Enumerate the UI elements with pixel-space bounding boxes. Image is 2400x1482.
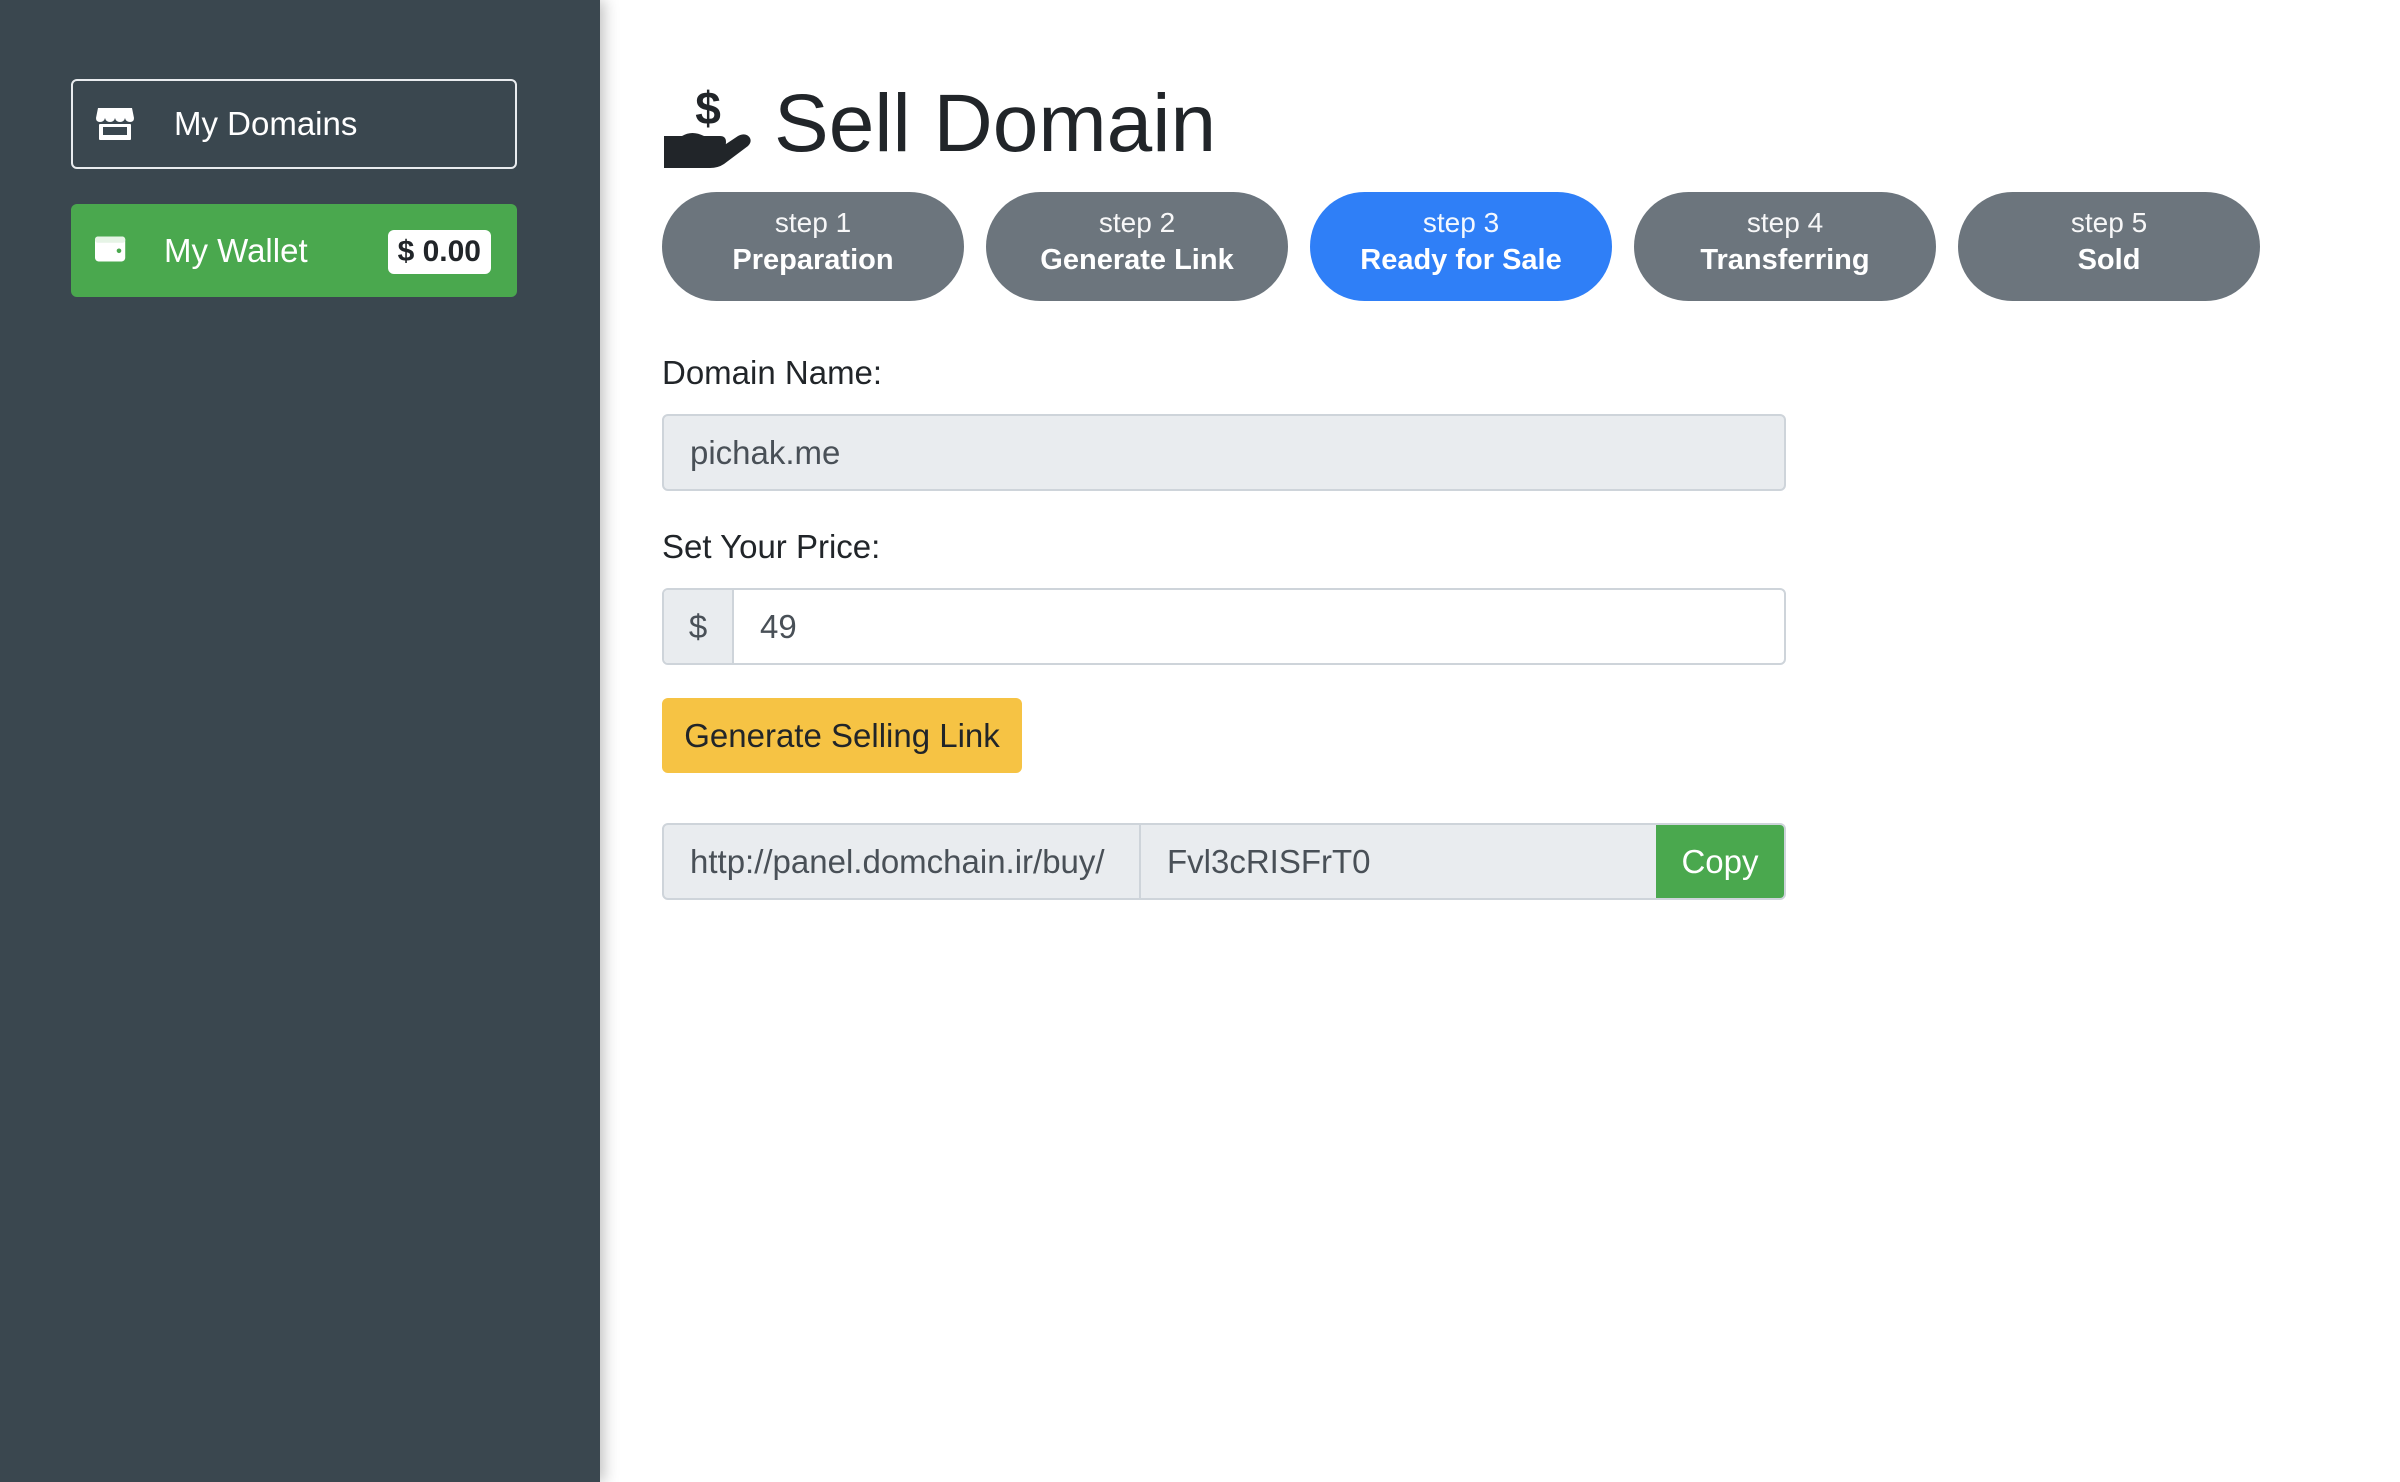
link-prefix: http://panel.domchain.ir/buy/: [664, 825, 1141, 898]
step-2-name: Generate Link: [1040, 244, 1234, 276]
my-domains-button[interactable]: My Domains: [71, 79, 517, 169]
store-icon: [95, 106, 135, 142]
my-wallet-label: My Wallet: [164, 231, 308, 269]
price-input-group: $ 49: [662, 588, 1786, 665]
my-domains-label: My Domains: [174, 105, 358, 142]
step-3: step 3 Ready for Sale: [1310, 192, 1612, 301]
domain-name-value: pichak.me: [690, 433, 841, 471]
sidebar: My Domains My Wallet $ 0.00: [0, 0, 600, 1482]
my-wallet-button[interactable]: My Wallet $ 0.00: [71, 204, 517, 297]
step-3-number: step 3: [1422, 207, 1500, 238]
price-label: Set Your Price:: [662, 528, 881, 565]
wallet-balance-badge: $ 0.00: [387, 230, 491, 274]
step-4: step 4 Transferring: [1634, 192, 1936, 301]
price-input[interactable]: 49: [734, 608, 797, 646]
step-5: step 5 Sold: [1958, 192, 2260, 301]
step-1-name: Preparation: [732, 244, 894, 276]
step-3-name: Ready for Sale: [1360, 244, 1562, 276]
step-2-number: step 2: [1098, 207, 1176, 238]
currency-addon: $: [664, 590, 734, 663]
domain-name-field[interactable]: pichak.me: [662, 414, 1786, 491]
step-2: step 2 Generate Link: [986, 192, 1288, 301]
step-5-number: step 5: [2070, 207, 2148, 238]
selling-link-group: http://panel.domchain.ir/buy/ Fvl3cRISFr…: [662, 823, 1786, 900]
generate-selling-link-button[interactable]: Generate Selling Link: [662, 698, 1022, 773]
svg-text:$: $: [695, 82, 721, 134]
step-5-name: Sold: [2077, 244, 2141, 276]
page-header: $ Sell Domain: [662, 78, 1216, 170]
hand-holding-usd-icon: $: [662, 78, 754, 170]
step-1: step 1 Preparation: [662, 192, 964, 301]
page-title: Sell Domain: [774, 78, 1217, 169]
step-4-name: Transferring: [1700, 244, 1870, 276]
step-1-number: step 1: [774, 207, 852, 238]
domain-name-label: Domain Name:: [662, 354, 883, 391]
link-code-field[interactable]: Fvl3cRISFrT0: [1141, 843, 1656, 881]
wallet-icon: [93, 233, 133, 269]
step-4-number: step 4: [1746, 207, 1824, 238]
copy-button[interactable]: Copy: [1656, 825, 1784, 898]
